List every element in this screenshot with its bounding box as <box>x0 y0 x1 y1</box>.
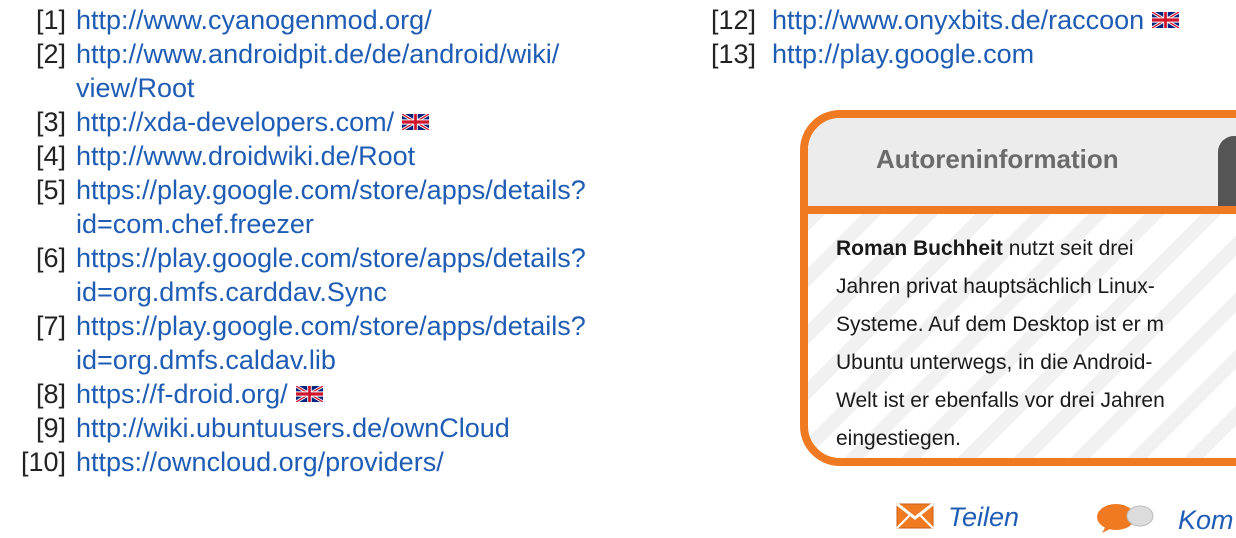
reference-number: [13] <box>710 39 756 69</box>
reference-link[interactable]: id=org.dmfs.caldav.lib <box>76 345 336 375</box>
reference-link[interactable]: http://www.cyanogenmod.org/ <box>76 5 432 35</box>
author-bio-line-5: Welt ist er ebenfalls vor drei Jahren <box>836 389 1165 412</box>
comment-label: Kom <box>1178 505 1234 535</box>
uk-flag-icon <box>402 114 430 130</box>
envelope-icon <box>896 502 934 529</box>
author-info-header: Autoreninformation <box>808 118 1236 214</box>
reference-number: [6] <box>35 243 66 273</box>
reference-link[interactable]: http://wiki.ubuntuusers.de/ownCloud <box>76 413 510 443</box>
reference-link[interactable]: id=org.dmfs.carddav.Sync <box>76 277 387 307</box>
reference-number: [8] <box>35 379 66 409</box>
reference-number: [2] <box>35 39 66 69</box>
author-info-tab <box>1218 136 1236 206</box>
speech-bubbles-icon <box>1097 504 1154 533</box>
reference-link[interactable]: https://f-droid.org/ <box>76 379 288 409</box>
reference-number: [4] <box>35 141 66 171</box>
uk-flag-icon <box>295 386 323 402</box>
share-link[interactable]: Teilen <box>896 502 1019 533</box>
reference-link[interactable]: http://www.androidpit.de/de/android/wiki… <box>76 39 559 69</box>
author-bio-line-6: eingestiegen. <box>836 427 961 450</box>
reference-link[interactable]: https://owncloud.org/providers/ <box>76 447 444 477</box>
author-info-text: Roman Buchheit nutzt seit drei Jahren pr… <box>836 230 1236 458</box>
author-info-title: Autoreninformation <box>876 144 1119 174</box>
author-bio-line-2: Jahren privat hauptsächlich Linux- <box>836 275 1155 298</box>
reference-number: [7] <box>35 311 66 341</box>
reference-link[interactable]: http://www.onyxbits.de/raccoon <box>772 5 1144 35</box>
reference-link[interactable]: http://www.droidwiki.de/Root <box>76 141 415 171</box>
reference-number: [12] <box>710 5 756 35</box>
uk-flag-icon <box>1152 12 1180 28</box>
reference-number: [10] <box>20 447 66 477</box>
comment-link[interactable]: Kom <box>1096 502 1234 536</box>
reference-number: [5] <box>35 175 66 205</box>
author-bio-line-1: nutzt seit drei <box>1008 237 1134 260</box>
author-info-box: Autoreninformation Roman Buchheit nutzt … <box>800 110 1236 466</box>
reference-number: [1] <box>35 5 66 35</box>
reference-link[interactable]: view/Root <box>76 73 195 103</box>
reference-number: [3] <box>35 107 66 137</box>
reference-link[interactable]: https://play.google.com/store/apps/detai… <box>76 175 586 205</box>
author-name: Roman Buchheit <box>836 237 1003 260</box>
author-bio-line-3: Systeme. Auf dem Desktop ist er m <box>836 313 1164 336</box>
reference-link[interactable]: https://play.google.com/store/apps/detai… <box>76 311 586 341</box>
reference-link[interactable]: https://play.google.com/store/apps/detai… <box>76 243 586 273</box>
reference-number: [9] <box>35 413 66 443</box>
reference-link[interactable]: id=com.chef.freezer <box>76 209 314 239</box>
reference-link[interactable]: http://play.google.com <box>772 39 1034 69</box>
share-label: Teilen <box>948 502 1020 532</box>
reference-link[interactable]: http://xda-developers.com/ <box>76 107 394 137</box>
author-bio-line-4: Ubuntu unterwegs, in die Android- <box>836 351 1153 374</box>
